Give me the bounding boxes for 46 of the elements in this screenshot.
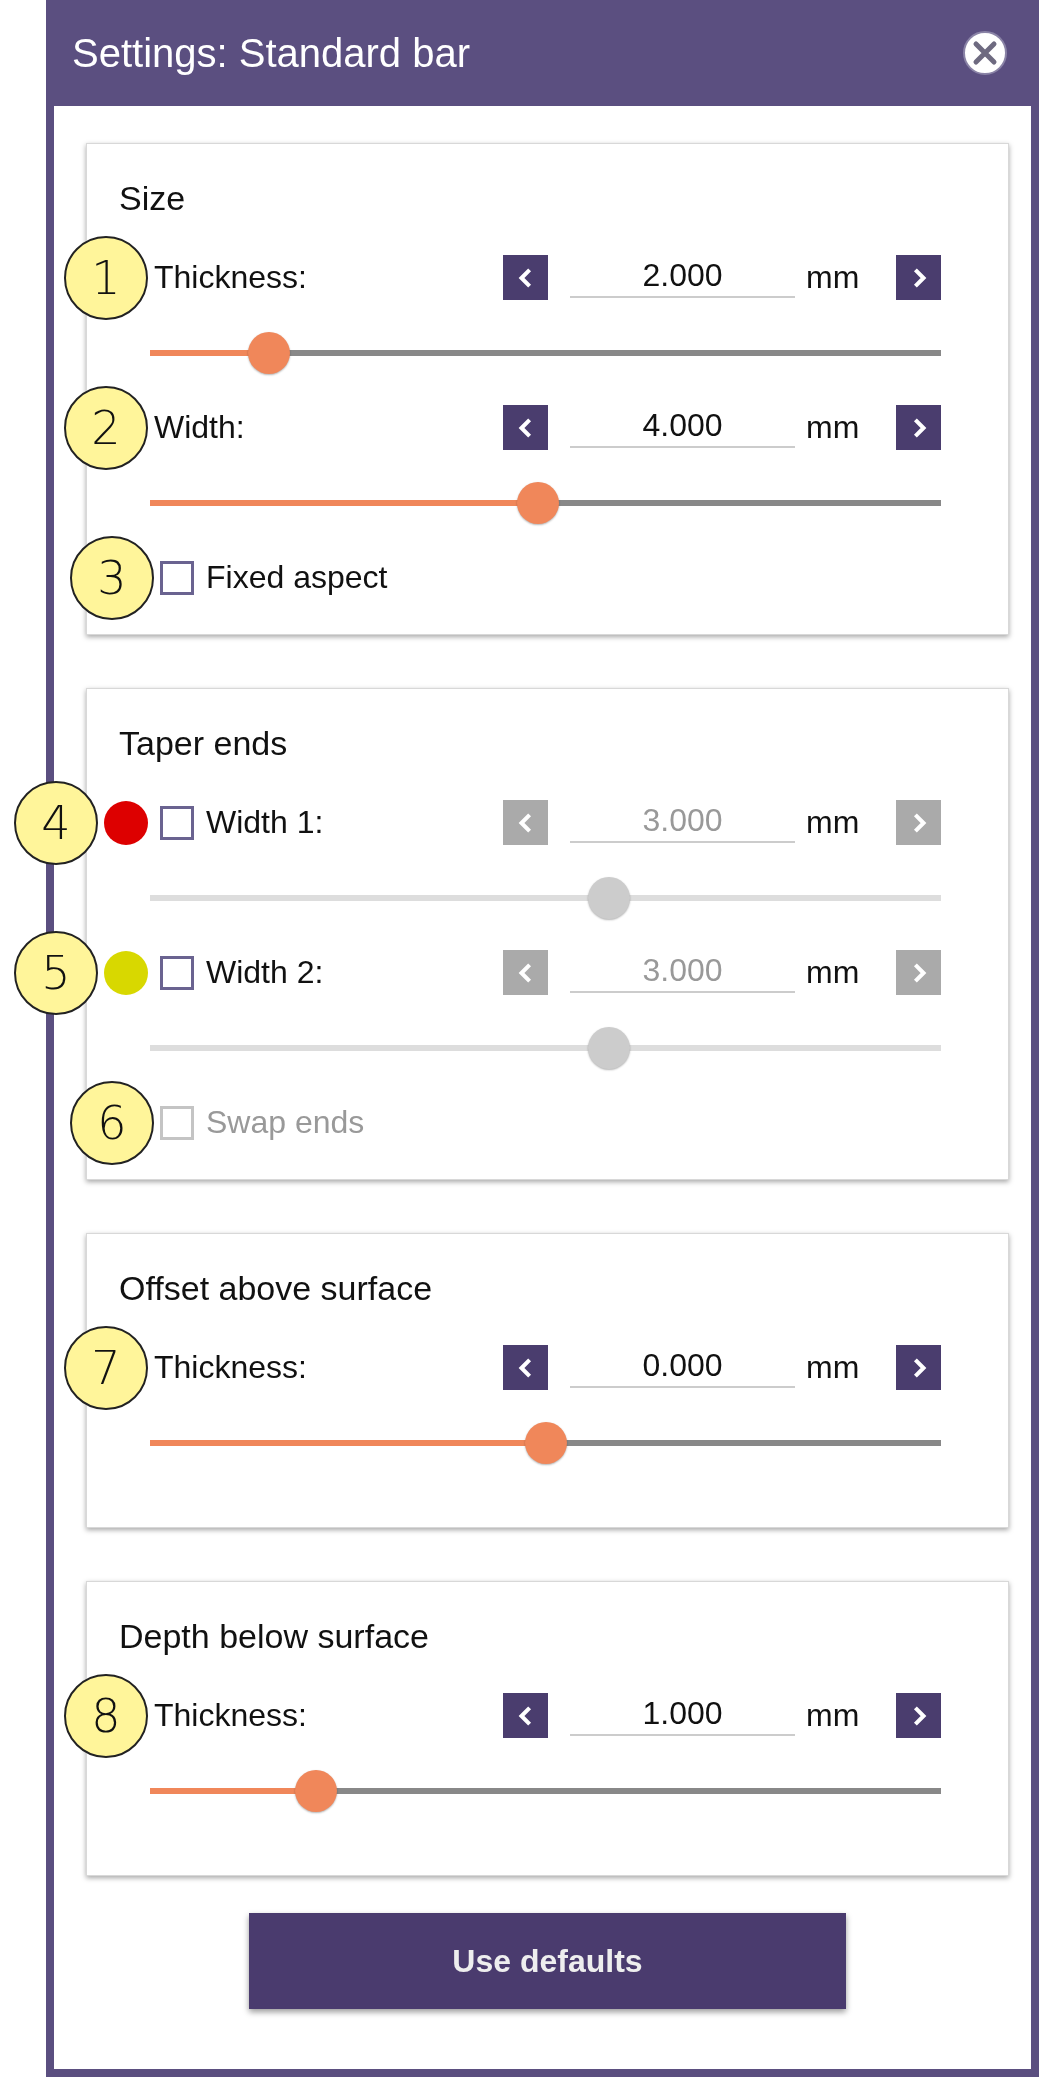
decrease-button[interactable] [503, 1693, 548, 1738]
value-field[interactable]: 0.000 [570, 1347, 795, 1388]
callout-number: 8 [64, 1673, 148, 1758]
unit-label: mm [806, 804, 861, 841]
field-label: Thickness: [154, 1349, 307, 1386]
callout-number: 6 [70, 1080, 154, 1165]
section-title: Depth below surface [119, 1615, 430, 1657]
unit-label: mm [806, 1697, 861, 1734]
callout-number: 4 [14, 780, 98, 865]
increase-button[interactable] [896, 1345, 941, 1390]
field-label: Width: [154, 409, 245, 446]
section-title: Size [119, 177, 187, 219]
callout-number: 5 [14, 930, 98, 1015]
window-title: Settings: Standard bar [72, 30, 471, 76]
increase-button[interactable] [896, 405, 941, 450]
decrease-button[interactable] [503, 255, 548, 300]
value-field[interactable]: 4.000 [570, 407, 795, 448]
decrease-button[interactable] [503, 1345, 548, 1390]
callout-number: 2 [64, 385, 148, 470]
field-label: Width 2: [206, 954, 324, 991]
section-title: Taper ends [119, 722, 289, 764]
callout-number: 3 [70, 535, 154, 620]
value-field[interactable]: 1.000 [570, 1695, 795, 1736]
close-icon[interactable] [963, 31, 1007, 75]
field-label: Width 1: [206, 804, 324, 841]
checkbox[interactable] [160, 560, 194, 595]
section-title: Offset above surface [119, 1267, 434, 1309]
unit-label: mm [806, 954, 861, 991]
unit-label: mm [806, 259, 861, 296]
callout-number: 1 [64, 235, 148, 320]
slider-thumb[interactable] [516, 481, 559, 524]
callout-number: 7 [64, 1325, 148, 1410]
unit-label: mm [806, 409, 861, 446]
checkbox-label: Fixed aspect [206, 559, 388, 596]
field-label: Thickness: [154, 259, 307, 296]
increase-button[interactable] [896, 1693, 941, 1738]
value-field[interactable]: 2.000 [570, 257, 795, 298]
checkbox-label: Swap ends [206, 1104, 365, 1141]
slider-thumb[interactable] [295, 1769, 338, 1812]
decrease-button[interactable] [503, 405, 548, 450]
unit-label: mm [806, 1349, 861, 1386]
increase-button[interactable] [896, 255, 941, 300]
slider-thumb[interactable] [247, 331, 290, 374]
use-defaults-button[interactable]: Use defaults [249, 1913, 846, 2009]
field-label: Thickness: [154, 1697, 307, 1734]
slider-thumb[interactable] [524, 1421, 567, 1464]
